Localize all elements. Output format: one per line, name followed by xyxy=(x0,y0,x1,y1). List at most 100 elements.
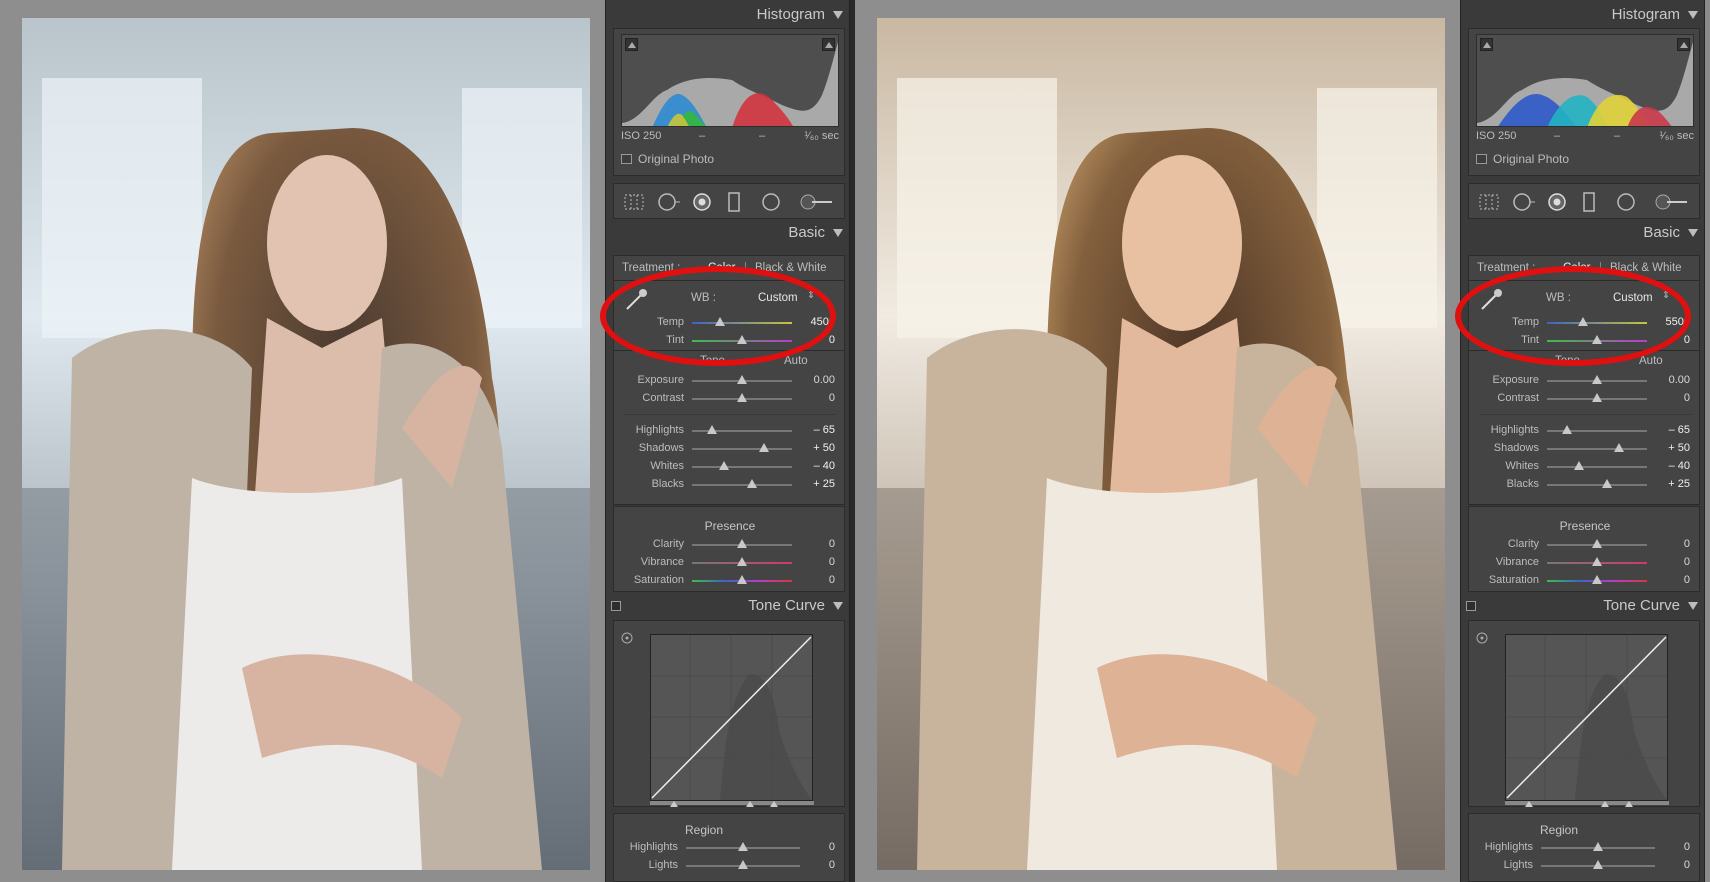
red-eye-icon[interactable] xyxy=(691,192,713,212)
graduated-filter-icon[interactable] xyxy=(1581,192,1597,212)
exposure-value[interactable]: 0.00 xyxy=(814,374,835,386)
region-thumb[interactable] xyxy=(738,860,748,869)
auto-tone-button[interactable]: Auto xyxy=(784,355,808,367)
clarity-value[interactable]: 0 xyxy=(1684,538,1690,550)
vibrance-value[interactable]: 0 xyxy=(829,556,835,568)
whites-track[interactable] xyxy=(1547,466,1647,468)
collapse-triangle-icon[interactable] xyxy=(833,11,843,19)
shadows-value[interactable]: + 50 xyxy=(813,442,835,454)
region-value[interactable]: 0 xyxy=(1684,841,1690,853)
contrast-value[interactable]: 0 xyxy=(829,392,835,404)
auto-tone-button[interactable]: Auto xyxy=(1639,355,1663,367)
basic-header[interactable]: Basic xyxy=(606,220,851,246)
saturation-value[interactable]: 0 xyxy=(829,574,835,586)
basic-header[interactable]: Basic xyxy=(1461,220,1706,246)
shadows-thumb[interactable] xyxy=(759,443,769,452)
region-value[interactable]: 0 xyxy=(829,859,835,871)
contrast-label: Contrast xyxy=(642,392,684,404)
presence-label: Presence xyxy=(704,519,756,533)
tone-curve-header[interactable]: Tone Curve xyxy=(1461,593,1706,619)
blacks-value[interactable]: + 25 xyxy=(1668,478,1690,490)
crop-overlay-icon[interactable] xyxy=(623,192,645,212)
highlight-clipping-icon[interactable] xyxy=(822,38,835,51)
contrast-value[interactable]: 0 xyxy=(1684,392,1690,404)
original-photo-toggle[interactable]: Original Photo xyxy=(621,152,714,166)
adjustment-brush-icon[interactable] xyxy=(798,192,834,212)
region-value[interactable]: 0 xyxy=(1684,859,1690,871)
shadows-track[interactable] xyxy=(692,448,792,450)
region-thumb[interactable] xyxy=(738,842,748,851)
highlights-value[interactable]: – 65 xyxy=(814,424,835,436)
exposure-thumb[interactable] xyxy=(1592,375,1602,384)
blacks-thumb[interactable] xyxy=(1602,479,1612,488)
collapse-triangle-icon[interactable] xyxy=(833,602,843,610)
exposure-thumb[interactable] xyxy=(737,375,747,384)
whites-value[interactable]: – 40 xyxy=(814,460,835,472)
whites-value[interactable]: – 40 xyxy=(1669,460,1690,472)
develop-panel-before: Histogram ISO 250 – – ¹⁄₆₀ sec Original … xyxy=(600,0,851,882)
blacks-label: Blacks xyxy=(1506,478,1539,490)
saturation-thumb[interactable] xyxy=(737,575,747,584)
red-eye-icon[interactable] xyxy=(1546,192,1568,212)
clarity-thumb[interactable] xyxy=(737,539,747,548)
clarity-slider-row: Clarity 0 xyxy=(614,537,846,553)
tint-value[interactable]: 0 xyxy=(1684,334,1690,346)
highlight-clipping-icon[interactable] xyxy=(1677,38,1690,51)
shadow-clipping-icon[interactable] xyxy=(625,38,638,51)
whites-thumb[interactable] xyxy=(1574,461,1584,470)
crop-overlay-icon[interactable] xyxy=(1478,192,1500,212)
tone-curve-graph[interactable] xyxy=(650,634,814,808)
target-adjustment-icon[interactable] xyxy=(1475,631,1489,645)
clarity-value[interactable]: 0 xyxy=(829,538,835,550)
contrast-thumb[interactable] xyxy=(737,393,747,402)
tone-curve-graph[interactable] xyxy=(1505,634,1669,808)
radial-filter-icon[interactable] xyxy=(1615,192,1637,212)
whites-track[interactable] xyxy=(692,466,792,468)
radial-filter-icon[interactable] xyxy=(760,192,782,212)
histogram-header[interactable]: Histogram xyxy=(606,2,851,28)
blacks-thumb[interactable] xyxy=(747,479,757,488)
checkbox-icon[interactable] xyxy=(621,154,632,164)
collapse-triangle-icon[interactable] xyxy=(833,229,843,237)
original-photo-toggle[interactable]: Original Photo xyxy=(1476,152,1569,166)
spot-removal-icon[interactable] xyxy=(656,192,682,212)
shadow-clipping-icon[interactable] xyxy=(1480,38,1493,51)
adjustment-brush-icon[interactable] xyxy=(1653,192,1689,212)
tint-value[interactable]: 0 xyxy=(829,334,835,346)
whites-thumb[interactable] xyxy=(719,461,729,470)
collapse-triangle-icon[interactable] xyxy=(1688,11,1698,19)
collapse-triangle-icon[interactable] xyxy=(1688,229,1698,237)
blacks-track[interactable] xyxy=(692,484,792,486)
histogram-graph[interactable] xyxy=(621,34,839,127)
blacks-track[interactable] xyxy=(1547,484,1647,486)
contrast-thumb[interactable] xyxy=(1592,393,1602,402)
saturation-value[interactable]: 0 xyxy=(1684,574,1690,586)
histogram-header[interactable]: Histogram xyxy=(1461,2,1706,28)
checkbox-icon[interactable] xyxy=(1476,154,1487,164)
region-thumb[interactable] xyxy=(1593,860,1603,869)
shadows-value[interactable]: + 50 xyxy=(1668,442,1690,454)
exposure-value[interactable]: 0.00 xyxy=(1669,374,1690,386)
highlights-thumb[interactable] xyxy=(707,425,717,434)
collapse-triangle-icon[interactable] xyxy=(1688,602,1698,610)
highlights-value[interactable]: – 65 xyxy=(1669,424,1690,436)
panel-switch-icon[interactable] xyxy=(1466,601,1476,611)
vibrance-thumb[interactable] xyxy=(737,557,747,566)
graduated-filter-icon[interactable] xyxy=(726,192,742,212)
photo-after xyxy=(877,18,1445,870)
spot-removal-icon[interactable] xyxy=(1511,192,1537,212)
blacks-value[interactable]: + 25 xyxy=(813,478,835,490)
shadows-thumb[interactable] xyxy=(1614,443,1624,452)
region-thumb[interactable] xyxy=(1593,842,1603,851)
target-adjustment-icon[interactable] xyxy=(620,631,634,645)
panel-switch-icon[interactable] xyxy=(611,601,621,611)
vibrance-thumb[interactable] xyxy=(1592,557,1602,566)
vibrance-value[interactable]: 0 xyxy=(1684,556,1690,568)
clarity-thumb[interactable] xyxy=(1592,539,1602,548)
histogram-graph[interactable] xyxy=(1476,34,1694,127)
saturation-thumb[interactable] xyxy=(1592,575,1602,584)
tone-curve-header[interactable]: Tone Curve xyxy=(606,593,851,619)
shadows-track[interactable] xyxy=(1547,448,1647,450)
region-value[interactable]: 0 xyxy=(829,841,835,853)
highlights-thumb[interactable] xyxy=(1562,425,1572,434)
